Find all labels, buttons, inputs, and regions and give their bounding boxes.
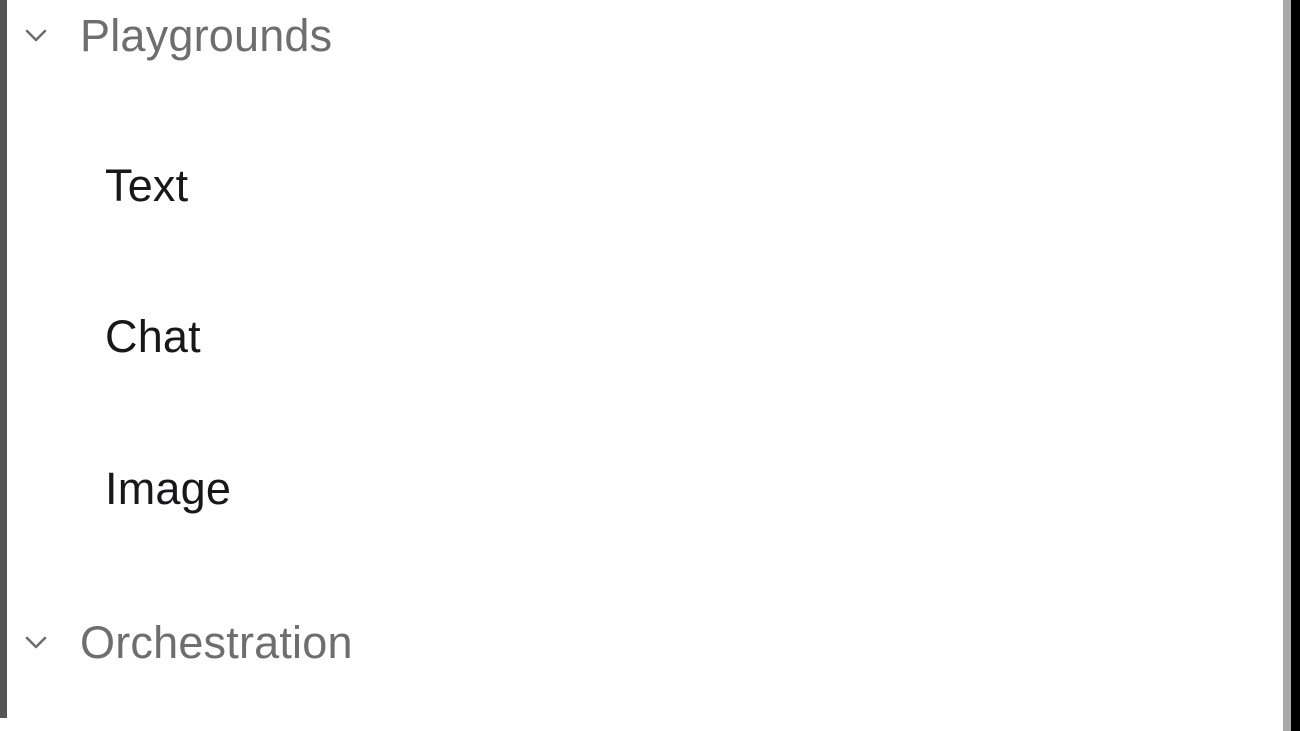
sidebar-navigation-tree: Playgrounds Text Chat Image Orchestratio…	[7, 0, 1283, 731]
window-left-edge	[0, 0, 7, 718]
sidebar-group-label-orchestration: Orchestration	[80, 616, 353, 668]
sidebar-item-chat[interactable]: Chat	[7, 308, 1007, 364]
sidebar-item-image[interactable]: Image	[7, 460, 1007, 516]
window-right-edge	[1291, 0, 1300, 731]
sidebar-item-label-image: Image	[105, 462, 232, 514]
sidebar-item-text[interactable]: Text	[7, 157, 1007, 213]
sidebar-group-playgrounds[interactable]: Playgrounds	[7, 7, 1007, 63]
sidebar-group-orchestration[interactable]: Orchestration	[7, 614, 1007, 670]
chevron-down-icon[interactable]	[21, 20, 51, 50]
sidebar-item-label-text: Text	[105, 159, 189, 211]
sidebar-group-label-playgrounds: Playgrounds	[80, 9, 333, 61]
sidebar-item-label-chat: Chat	[105, 310, 201, 362]
vertical-scrollbar[interactable]	[1283, 0, 1291, 731]
app-window: Playgrounds Text Chat Image Orchestratio…	[0, 0, 1300, 731]
chevron-down-icon[interactable]	[21, 627, 51, 657]
